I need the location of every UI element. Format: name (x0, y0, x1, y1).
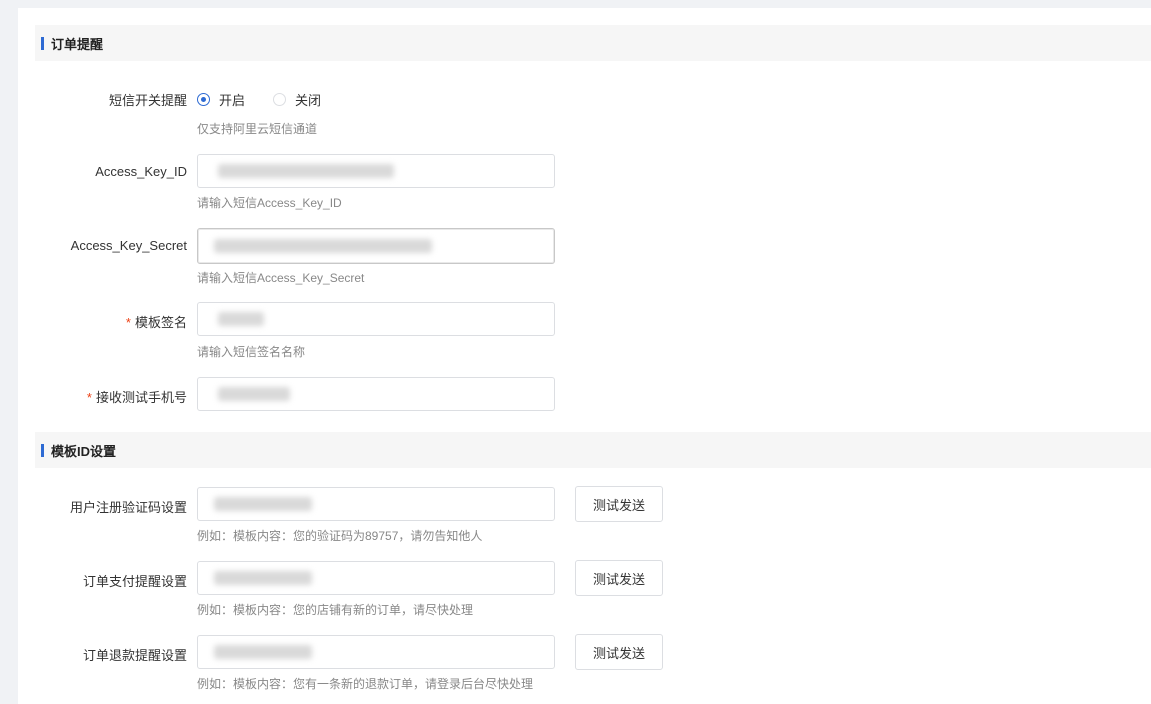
test-phone-label: * 接收测试手机号 (17, 387, 187, 406)
test-send-button[interactable]: 测试发送 (575, 560, 663, 596)
register-code-input[interactable] (197, 487, 555, 521)
access-key-secret-hint: 请输入短信Access_Key_Secret (197, 271, 365, 285)
template-sign-label-text: 模板签名 (134, 315, 187, 330)
test-send-button[interactable]: 测试发送 (575, 634, 663, 670)
sms-switch-hint: 仅支持阿里云短信通道 (197, 122, 318, 136)
masked-value (214, 645, 312, 659)
masked-value (218, 312, 264, 326)
access-key-id-input[interactable] (197, 154, 555, 188)
radio-disable-label: 关闭 (295, 93, 322, 108)
section-marker (41, 36, 44, 50)
order-payment-input[interactable] (197, 561, 555, 595)
masked-value (214, 571, 312, 585)
test-phone-input[interactable] (197, 377, 555, 411)
order-refund-hint: 例如：模板内容：您有一条新的退款订单，请登录后台尽快处理 (197, 677, 534, 691)
access-key-secret-label: Access_Key_Secret (70, 238, 187, 253)
required-mark: * (125, 315, 131, 330)
radio-disable[interactable]: 关闭 (273, 90, 321, 109)
template-sign-label: * 模板签名 (17, 312, 187, 331)
radio-unchecked-icon (273, 93, 286, 106)
settings-panel: 订单提醒 短信开关提醒 开启 关闭 仅支持阿里云短信通道 Access_Key_… (18, 8, 1151, 704)
section-header-template-id: 模板ID设置 (35, 432, 1151, 468)
radio-enable-label: 开启 (219, 93, 246, 108)
access-key-id-hint: 请输入短信Access_Key_ID (197, 196, 342, 210)
order-payment-hint: 例如：模板内容：您的店铺有新的订单，请尽快处理 (197, 603, 474, 617)
template-sign-input[interactable] (197, 302, 555, 336)
access-key-secret-input[interactable] (197, 228, 555, 264)
template-sign-hint: 请输入短信签名名称 (197, 345, 306, 359)
radio-checked-icon (197, 93, 210, 106)
order-refund-label: 订单退款提醒设置 (82, 648, 187, 663)
masked-value (214, 497, 312, 511)
register-code-hint: 例如：模板内容：您的验证码为89757，请勿告知他人 (197, 529, 483, 543)
section-marker (41, 443, 44, 457)
order-refund-input[interactable] (197, 635, 555, 669)
section-title: 模板ID设置 (51, 443, 117, 459)
test-phone-label-text: 接收测试手机号 (95, 390, 187, 405)
required-mark: * (86, 390, 92, 405)
radio-enable[interactable]: 开启 (197, 90, 245, 109)
sms-switch-label: 短信开关提醒 (108, 93, 187, 108)
masked-value (214, 239, 432, 253)
section-title: 订单提醒 (51, 36, 104, 52)
section-header-order-reminder: 订单提醒 (35, 25, 1151, 61)
test-send-button[interactable]: 测试发送 (575, 486, 663, 522)
order-payment-label: 订单支付提醒设置 (82, 574, 187, 589)
masked-value (218, 164, 394, 178)
masked-value (218, 387, 290, 401)
register-code-label: 用户注册验证码设置 (69, 500, 187, 515)
access-key-id-label: Access_Key_ID (95, 164, 187, 179)
